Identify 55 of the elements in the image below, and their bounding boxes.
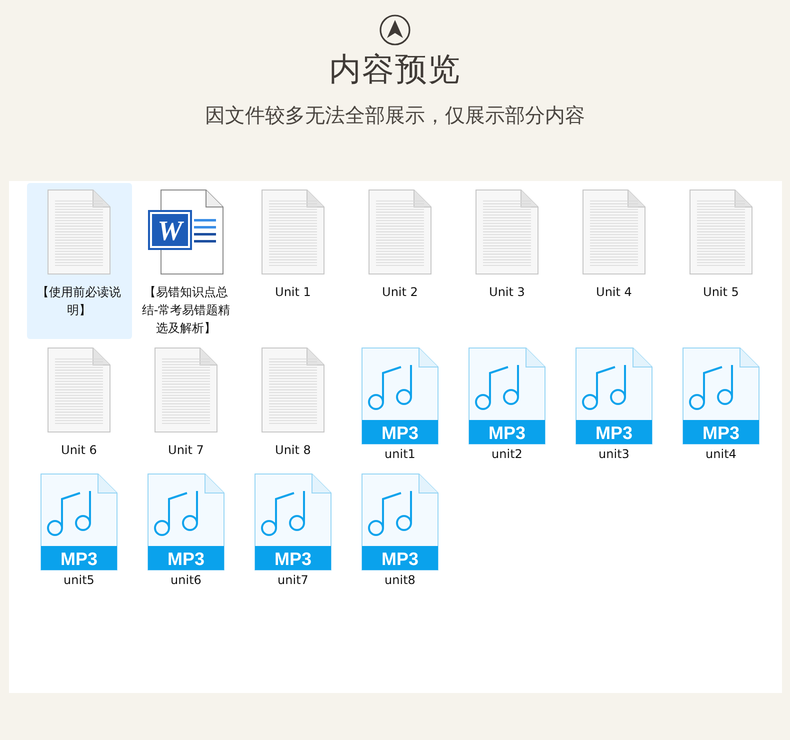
- file-item[interactable]: Unit 2: [348, 183, 452, 339]
- document-icon: [475, 189, 539, 275]
- audio-file-icon: MP3: [361, 473, 439, 571]
- file-name: unit4: [704, 446, 738, 463]
- file-name: Unit 6: [60, 442, 98, 459]
- file-item[interactable]: Unit 1: [240, 183, 346, 339]
- file-item[interactable]: MP3 unit8: [348, 467, 452, 591]
- file-name: Unit 8: [274, 442, 312, 459]
- file-name: Unit 3: [488, 284, 526, 301]
- file-item[interactable]: Unit 7: [134, 341, 238, 465]
- section-subtitle: 因文件较多无法全部展示，仅展示部分内容: [205, 102, 585, 129]
- file-name: unit6: [170, 572, 202, 589]
- audio-file-icon: MP3: [575, 347, 653, 445]
- file-name: unit7: [276, 572, 310, 589]
- file-item[interactable]: Unit 8: [240, 341, 346, 465]
- file-item[interactable]: MP3 unit1: [348, 341, 452, 465]
- audio-file-icon: MP3: [40, 473, 118, 571]
- file-item[interactable]: 【使用前必读说明】: [26, 183, 132, 339]
- document-icon: [47, 189, 111, 275]
- file-name: Unit 1: [274, 284, 312, 301]
- file-item[interactable]: W 【易错知识点总结-常考易错题精选及解析】: [134, 183, 238, 339]
- file-name: unit2: [490, 446, 524, 463]
- file-name: 【易错知识点总结-常考易错题精选及解析】: [140, 284, 232, 337]
- document-icon: [368, 189, 432, 275]
- file-name: Unit 5: [702, 284, 740, 301]
- audio-file-icon: MP3: [254, 473, 332, 571]
- section-title: 内容预览: [329, 49, 461, 90]
- file-name: unit1: [384, 446, 416, 463]
- file-item[interactable]: Unit 3: [454, 183, 560, 339]
- file-name: Unit 4: [595, 284, 633, 301]
- audio-file-icon: MP3: [682, 347, 760, 445]
- document-icon: [582, 189, 646, 275]
- audio-file-icon: MP3: [468, 347, 546, 445]
- audio-file-icon: MP3: [361, 347, 439, 445]
- document-icon: [261, 347, 325, 433]
- file-item[interactable]: Unit 5: [668, 183, 774, 339]
- document-icon: [689, 189, 753, 275]
- file-item[interactable]: Unit 4: [562, 183, 666, 339]
- file-item[interactable]: MP3 unit5: [26, 467, 132, 591]
- file-name: unit8: [384, 572, 416, 589]
- file-item[interactable]: MP3 unit6: [134, 467, 238, 591]
- file-name: Unit 7: [167, 442, 205, 459]
- file-item[interactable]: MP3 unit7: [240, 467, 346, 591]
- document-icon: [47, 347, 111, 433]
- file-item[interactable]: MP3 unit2: [454, 341, 560, 465]
- file-item[interactable]: Unit 6: [26, 341, 132, 465]
- file-item[interactable]: MP3 unit4: [668, 341, 774, 465]
- document-icon: [261, 189, 325, 275]
- file-name: 【使用前必读说明】: [36, 284, 122, 319]
- document-icon: [154, 347, 218, 433]
- audio-file-icon: MP3: [147, 473, 225, 571]
- file-name: unit3: [598, 446, 630, 463]
- file-item[interactable]: MP3 unit3: [562, 341, 666, 465]
- file-name: Unit 2: [381, 284, 419, 301]
- file-name: unit5: [62, 572, 96, 589]
